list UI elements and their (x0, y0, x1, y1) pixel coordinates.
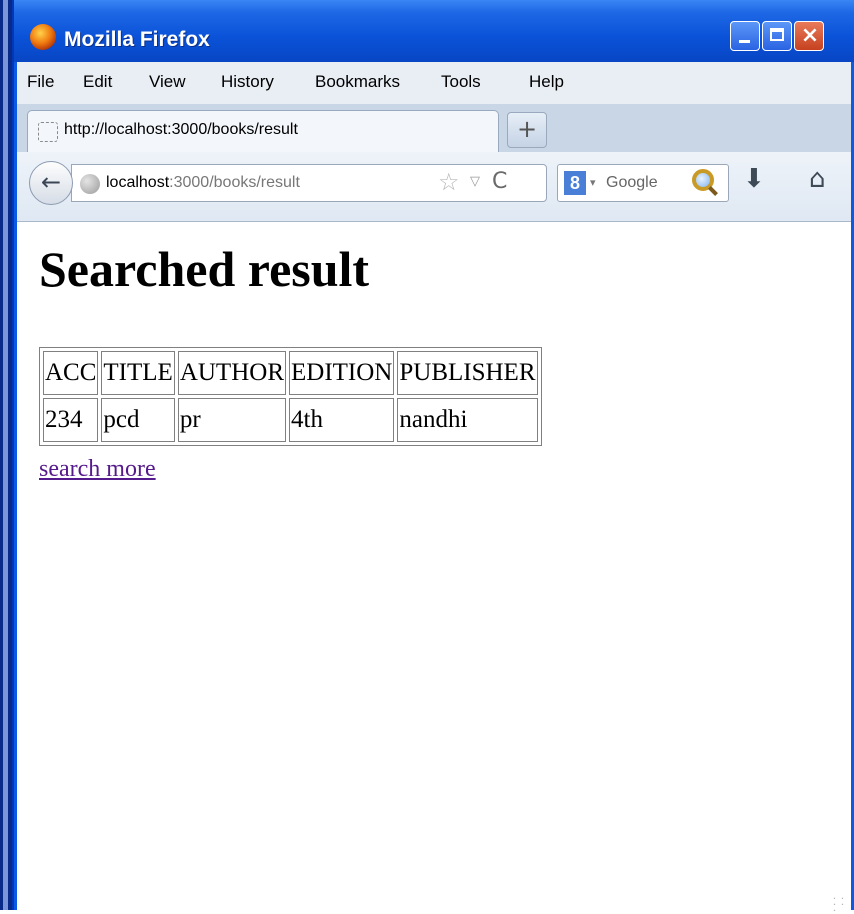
menu-help[interactable]: Help (529, 72, 564, 92)
header-acc: ACC (43, 351, 99, 395)
site-identity-icon[interactable] (80, 174, 100, 194)
url-path: :3000/books/result (169, 174, 300, 191)
engine-dropdown-icon[interactable]: ▾ (590, 176, 596, 189)
cell-edition: 4th (289, 398, 395, 442)
cell-publisher: nandhi (397, 398, 538, 442)
page-content: Searched result ACC TITLE AUTHOR EDITION… (17, 222, 851, 913)
tab-strip: http://localhost:3000/books/result + (17, 104, 851, 152)
results-table: ACC TITLE AUTHOR EDITION PUBLISHER 234 p… (39, 347, 542, 446)
cell-author: pr (177, 398, 286, 442)
tab-label: http://localhost:3000/books/result (64, 121, 298, 138)
resize-grip-icon[interactable]: . .. . . (833, 889, 847, 913)
header-title: TITLE (101, 351, 175, 395)
minimize-icon (739, 40, 750, 43)
home-icon[interactable]: ⌂ (809, 164, 826, 194)
menu-bookmarks[interactable]: Bookmarks (315, 72, 400, 92)
menu-tools[interactable]: Tools (441, 72, 481, 92)
url-text[interactable]: localhost:3000/books/result (106, 174, 300, 192)
menu-edit[interactable]: Edit (83, 72, 112, 92)
browser-window: Mozilla Firefox × File Edit View History… (12, 0, 854, 913)
url-bar[interactable]: localhost:3000/books/result ☆ ▽ C (71, 164, 547, 202)
close-icon: × (800, 23, 820, 48)
minimize-button[interactable] (730, 21, 760, 51)
new-tab-button[interactable]: + (507, 112, 547, 148)
table-row: 234 pcd pr 4th nandhi (43, 398, 538, 442)
cell-acc: 234 (43, 398, 99, 442)
url-host: localhost (106, 174, 170, 191)
table-header-row: ACC TITLE AUTHOR EDITION PUBLISHER (43, 351, 538, 395)
tab-active[interactable]: http://localhost:3000/books/result (27, 110, 499, 152)
history-dropdown-icon[interactable]: ▽ (470, 174, 480, 189)
google-engine-icon[interactable]: 8 (564, 171, 586, 195)
bookmark-star-icon[interactable]: ☆ (438, 168, 460, 196)
page-title: Searched result (39, 241, 370, 297)
menu-file[interactable]: File (27, 72, 54, 92)
menu-history[interactable]: History (221, 72, 274, 92)
reload-icon[interactable]: C (492, 169, 507, 194)
close-button[interactable]: × (794, 21, 824, 51)
window-title: Mozilla Firefox (64, 28, 210, 51)
maximize-button[interactable] (762, 21, 792, 51)
search-more-link[interactable]: search more (39, 456, 156, 483)
header-edition: EDITION (289, 351, 395, 395)
page-favicon-icon (38, 122, 58, 142)
header-publisher: PUBLISHER (397, 351, 538, 395)
search-box[interactable]: 8 ▾ Google (557, 164, 729, 202)
menu-view[interactable]: View (149, 72, 186, 92)
back-button[interactable]: ← (29, 161, 73, 205)
download-icon[interactable]: ⬇ (743, 164, 765, 194)
browser-chrome: File Edit View History Bookmarks Tools H… (17, 62, 851, 222)
navigation-toolbar: localhost:3000/books/result ☆ ▽ C ← 8 ▾ … (17, 152, 851, 222)
maximize-icon (770, 28, 784, 41)
header-author: AUTHOR (177, 351, 286, 395)
menu-bar: File Edit View History Bookmarks Tools H… (17, 62, 851, 104)
search-magnifier-icon[interactable] (692, 169, 714, 191)
cell-title: pcd (101, 398, 175, 442)
desktop-edge (0, 0, 12, 910)
search-placeholder: Google (606, 174, 658, 191)
title-bar[interactable]: Mozilla Firefox × (14, 0, 854, 62)
firefox-logo-icon (30, 24, 56, 50)
